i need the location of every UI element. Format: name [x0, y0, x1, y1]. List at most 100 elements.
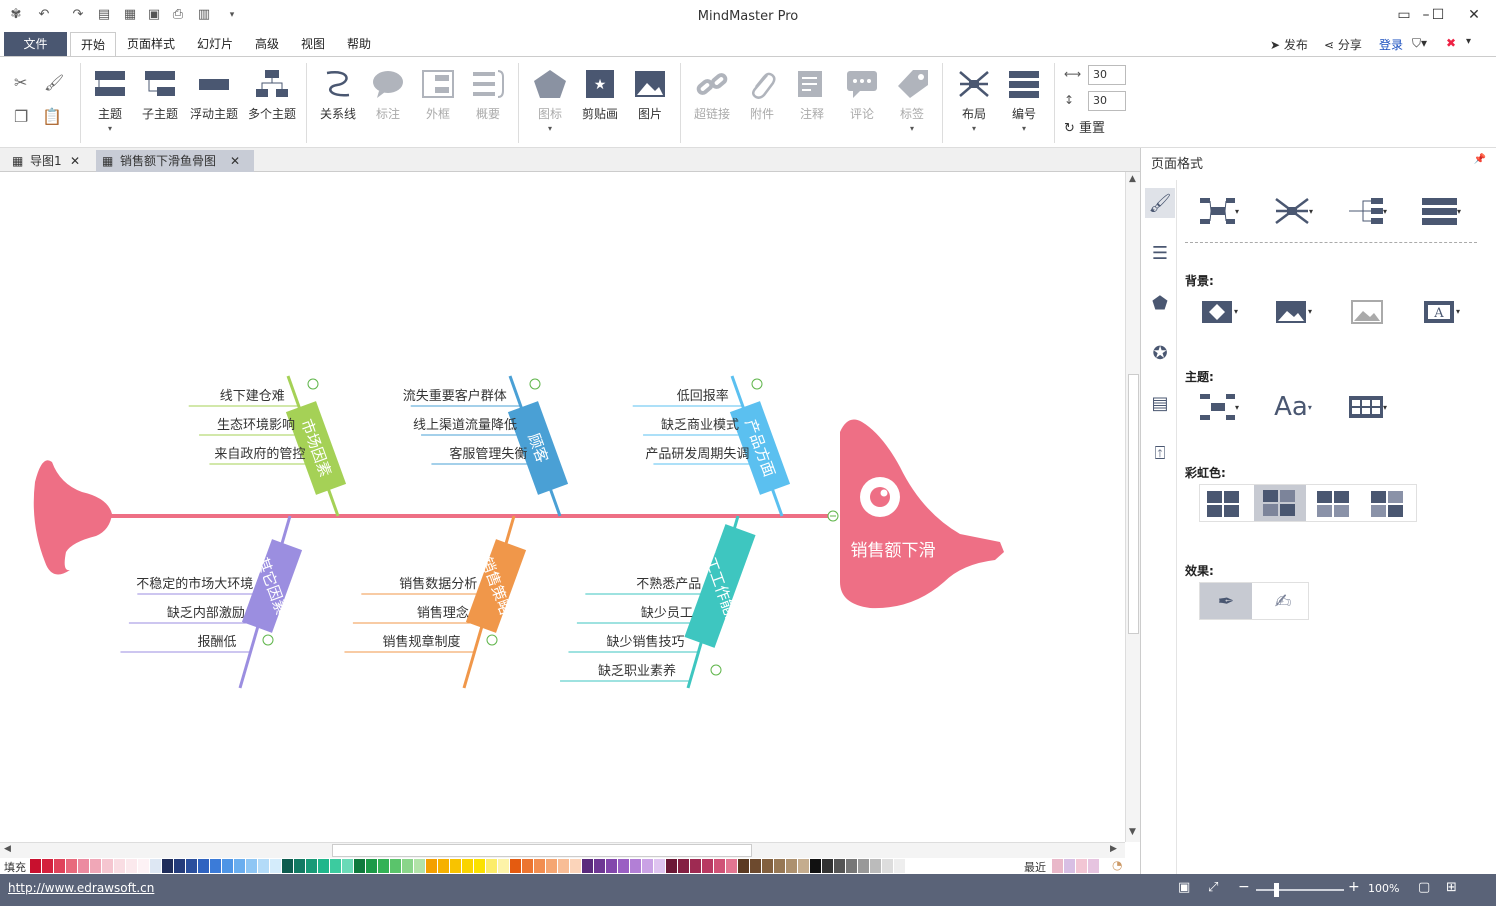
color-swatch[interactable] — [546, 859, 557, 873]
color-swatch[interactable] — [570, 859, 581, 873]
subtopic-button[interactable]: 子主题 — [140, 67, 180, 122]
website-link[interactable]: http://www.edrawsoft.cn — [8, 881, 154, 895]
color-swatch[interactable] — [474, 859, 485, 873]
cause-text[interactable]: 缺少销售技巧 — [606, 634, 684, 650]
color-swatch[interactable] — [66, 859, 77, 873]
cause-text[interactable]: 不熟悉产品 — [636, 576, 701, 592]
branch-collapse-icon[interactable] — [307, 378, 319, 390]
topic-dropdown-icon[interactable]: ▾ — [90, 124, 130, 133]
color-swatch[interactable] — [342, 859, 353, 873]
horizontal-scroll-thumb[interactable] — [332, 844, 752, 857]
maximize-button[interactable]: ☐ — [1424, 4, 1452, 26]
fit-width-icon[interactable]: ▢ — [1418, 880, 1430, 895]
color-swatch[interactable] — [834, 859, 845, 873]
color-swatch[interactable] — [390, 859, 401, 873]
color-swatch[interactable] — [270, 859, 281, 873]
color-swatch[interactable] — [402, 859, 413, 873]
watermark-icon[interactable]: A ▾ — [1421, 294, 1461, 328]
color-swatch[interactable] — [486, 859, 497, 873]
color-swatch[interactable] — [594, 859, 605, 873]
clipart-tab-icon[interactable]: ✪ — [1145, 338, 1175, 368]
colorful-logo-icon[interactable]: ✖ — [1446, 36, 1456, 50]
branch-collapse-icon[interactable] — [529, 378, 541, 390]
layout-mindmap-icon[interactable]: ▾ — [1199, 194, 1239, 228]
summary-button[interactable]: 概要 — [466, 67, 510, 122]
color-swatch[interactable] — [810, 859, 821, 873]
close-tab-icon[interactable]: ✕ — [70, 150, 80, 172]
color-swatch[interactable] — [102, 859, 113, 873]
recent-color-swatch[interactable] — [1064, 859, 1075, 873]
page-format-tab-icon[interactable]: 🖌 — [1145, 188, 1175, 218]
background-image-icon[interactable]: ▾ — [1273, 294, 1313, 328]
color-swatch[interactable] — [858, 859, 869, 873]
callout-button[interactable]: 标注 — [366, 67, 410, 122]
color-swatch[interactable] — [258, 859, 269, 873]
share-button[interactable]: ⋖ 分享 — [1324, 36, 1362, 53]
tab-mindmap1[interactable]: ▦ 导图1 ✕ — [6, 150, 92, 172]
cause-text[interactable]: 销售数据分析 — [399, 576, 477, 592]
color-swatch[interactable] — [786, 859, 797, 873]
menu-home[interactable]: 开始 — [70, 32, 116, 57]
layout-button[interactable]: 布局 ▾ — [952, 67, 996, 133]
rainbow-option-single-icon[interactable] — [1206, 489, 1240, 519]
outline-tab-icon[interactable]: ☰ — [1145, 238, 1175, 268]
theme-style-icon[interactable]: ▾ — [1199, 390, 1239, 424]
remove-background-icon[interactable] — [1347, 294, 1387, 328]
color-swatch[interactable] — [438, 859, 449, 873]
menu-page-style[interactable]: 页面样式 — [120, 32, 182, 56]
tab-fishbone[interactable]: ▦ 销售额下滑鱼骨图 ✕ — [96, 150, 254, 172]
branch-collapse-icon[interactable] — [710, 664, 722, 676]
cause-text[interactable]: 销售理念 — [417, 605, 469, 621]
color-swatch[interactable] — [906, 859, 917, 873]
rainbow-option-branch-icon[interactable] — [1254, 485, 1306, 521]
scroll-left-icon[interactable]: ◀ — [4, 844, 11, 854]
color-swatch[interactable] — [138, 859, 149, 873]
numbering-button[interactable]: 编号 ▾ — [1002, 67, 1046, 133]
color-swatch[interactable] — [294, 859, 305, 873]
color-swatch[interactable] — [42, 859, 53, 873]
color-swatch[interactable] — [174, 859, 185, 873]
color-swatch[interactable] — [510, 859, 521, 873]
fit-page-icon[interactable]: ▣ — [1178, 880, 1190, 895]
image-button[interactable]: 图片 — [628, 67, 672, 122]
hyperlink-button[interactable]: 超链接 — [690, 67, 734, 122]
grid-view-icon[interactable]: ⊞ — [1446, 880, 1457, 895]
color-swatch[interactable] — [126, 859, 137, 873]
color-swatch[interactable] — [678, 859, 689, 873]
scroll-down-icon[interactable]: ▼ — [1129, 827, 1136, 837]
rainbow-option-level-icon[interactable] — [1316, 489, 1350, 519]
theme-font-icon[interactable]: Aa ▾ — [1273, 390, 1313, 424]
color-swatch[interactable] — [414, 859, 425, 873]
cause-text[interactable]: 来自政府的管控 — [214, 446, 305, 462]
color-swatch[interactable] — [462, 859, 473, 873]
paste-icon[interactable]: 📋 — [42, 107, 62, 126]
color-swatch[interactable] — [150, 859, 161, 873]
cause-text[interactable]: 缺乏内部激励 — [167, 605, 245, 621]
layout-tree-icon[interactable]: ▾ — [1347, 194, 1387, 228]
cause-text[interactable]: 产品研发周期失调 — [645, 446, 749, 462]
theme-color-icon[interactable]: ▾ — [1347, 390, 1387, 424]
color-swatch[interactable] — [90, 859, 101, 873]
color-swatch[interactable] — [198, 859, 209, 873]
color-swatch[interactable] — [882, 859, 893, 873]
color-swatch[interactable] — [222, 859, 233, 873]
zoom-out-icon[interactable]: − — [1238, 879, 1250, 895]
color-swatch[interactable] — [246, 859, 257, 873]
color-swatch[interactable] — [522, 859, 533, 873]
icon-tab-icon[interactable]: ⬟ — [1145, 288, 1175, 318]
presentation-tab-icon[interactable]: ⍐ — [1145, 438, 1175, 468]
cause-text[interactable]: 生态环境影响 — [217, 417, 295, 433]
color-swatch[interactable] — [306, 859, 317, 873]
cause-text[interactable]: 缺乏职业素养 — [598, 663, 676, 679]
color-swatch[interactable] — [726, 859, 737, 873]
recent-color-swatch[interactable] — [1076, 859, 1087, 873]
menu-view[interactable]: 视图 — [294, 32, 332, 56]
file-menu[interactable]: 文件 — [4, 32, 67, 56]
close-tab-icon[interactable]: ✕ — [230, 150, 240, 172]
recent-color-swatch[interactable] — [1088, 859, 1099, 873]
zoom-slider[interactable] — [1256, 883, 1344, 897]
color-swatch[interactable] — [426, 859, 437, 873]
layout-numbered-icon[interactable]: ▾ — [1421, 194, 1461, 228]
vertical-spacing-input[interactable]: 30 — [1088, 91, 1126, 111]
scroll-up-icon[interactable]: ▲ — [1129, 174, 1136, 184]
